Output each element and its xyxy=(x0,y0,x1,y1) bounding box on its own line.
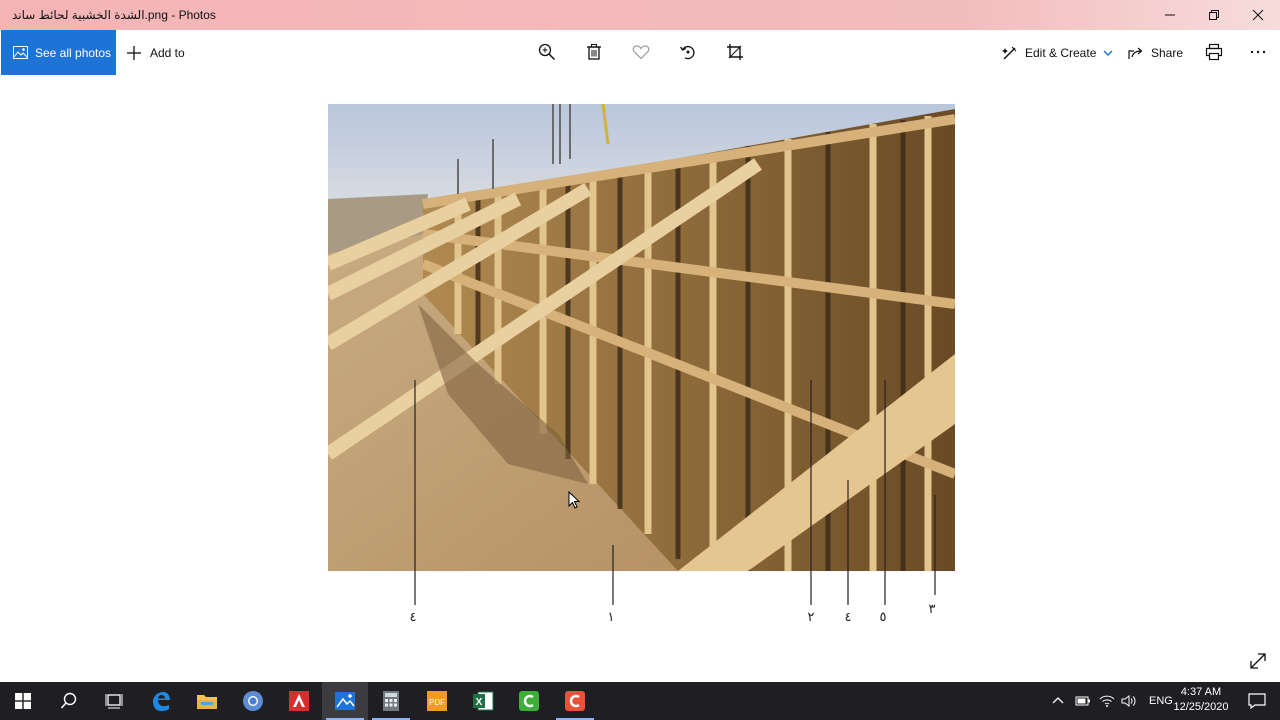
volume-icon[interactable] xyxy=(1121,694,1137,708)
add-to-button[interactable]: Add to xyxy=(126,30,185,75)
svg-text:PDF: PDF xyxy=(429,698,445,707)
clock-time: 4:37 AM xyxy=(1180,686,1222,698)
camtasia-red-icon xyxy=(565,691,585,711)
photo-labels: ٤ ١ ٢ ٤ ٥ ٣ xyxy=(328,571,955,626)
svg-text:X: X xyxy=(476,697,483,708)
taskbar-app-calculator[interactable] xyxy=(368,682,414,720)
photo-label: ٢ xyxy=(807,609,815,624)
restore-icon xyxy=(1209,10,1219,20)
mouse-cursor-icon xyxy=(568,491,580,509)
close-button[interactable] xyxy=(1236,0,1280,30)
rotate-icon xyxy=(679,45,695,60)
see-all-photos-button[interactable]: See all photos xyxy=(1,30,116,75)
edit-create-icon xyxy=(1002,46,1017,59)
task-view-button[interactable] xyxy=(91,682,137,720)
more-icon xyxy=(1250,50,1266,54)
taskbar-app-autocad[interactable] xyxy=(276,682,322,720)
taskbar-app-chrome[interactable] xyxy=(230,682,276,720)
task-view-icon xyxy=(105,694,123,709)
wifi-icon[interactable] xyxy=(1099,694,1115,708)
clock-date: 12/25/2020 xyxy=(1173,701,1229,713)
plus-icon xyxy=(127,45,141,60)
excel-icon: X xyxy=(473,691,494,711)
print-button[interactable] xyxy=(1204,42,1224,62)
share-label: Share xyxy=(1151,45,1184,60)
restore-button[interactable] xyxy=(1192,0,1236,30)
photo-label: ٥ xyxy=(879,609,887,624)
photos-icon xyxy=(13,46,28,59)
start-button[interactable] xyxy=(0,682,46,720)
calculator-icon xyxy=(383,691,399,711)
taskbar-app-camtasia-recorder[interactable] xyxy=(552,682,598,720)
taskbar: PDF X ENG 4:37 AM 12/25/2020 xyxy=(0,682,1280,720)
add-to-label: Add to xyxy=(150,45,185,60)
share-icon xyxy=(1128,47,1143,59)
share-button[interactable]: Share xyxy=(1128,30,1183,75)
heart-icon xyxy=(632,45,650,60)
photos-app-icon xyxy=(335,692,355,710)
camtasia-green-icon xyxy=(519,691,539,711)
title-bar: الشدة الخشبية لحائط ساند.png - Photos xyxy=(0,0,1280,30)
clock[interactable]: 4:37 AM 12/25/2020 xyxy=(1168,685,1234,715)
toolbar: See all photos Add to Edit & Create Shar… xyxy=(0,30,1280,75)
close-icon xyxy=(1252,9,1264,21)
photo-label: ١ xyxy=(607,609,615,624)
taskbar-app-file-explorer[interactable] xyxy=(184,682,230,720)
taskbar-app-excel[interactable]: X xyxy=(460,682,506,720)
more-options-button[interactable] xyxy=(1248,42,1268,62)
expand-icon xyxy=(1250,653,1266,669)
see-all-photos-label: See all photos xyxy=(35,45,112,60)
zoom-in-icon xyxy=(538,43,556,61)
crop-button[interactable] xyxy=(725,42,745,62)
favorite-button[interactable] xyxy=(631,42,651,62)
minimize-button[interactable] xyxy=(1148,0,1192,30)
taskbar-app-photos[interactable] xyxy=(322,682,368,720)
notification-icon xyxy=(1248,693,1266,709)
system-tray: ENG xyxy=(1051,682,1173,720)
windows-logo-icon xyxy=(15,693,31,709)
taskbar-app-edge[interactable] xyxy=(138,682,184,720)
pdf-icon: PDF xyxy=(427,691,447,711)
edit-create-label: Edit & Create xyxy=(1025,45,1097,60)
folder-icon xyxy=(197,695,217,709)
photo-label: ٤ xyxy=(409,609,417,624)
edit-create-button[interactable]: Edit & Create xyxy=(1002,30,1113,75)
chevron-down-icon xyxy=(1103,49,1113,56)
zoom-button[interactable] xyxy=(537,42,557,62)
rotate-button[interactable] xyxy=(678,42,698,62)
minimize-icon xyxy=(1165,14,1175,16)
taskbar-app-pdf[interactable]: PDF xyxy=(414,682,460,720)
fullscreen-button[interactable] xyxy=(1248,651,1268,671)
window-title: الشدة الخشبية لحائط ساند.png - Photos xyxy=(12,8,216,22)
printer-icon xyxy=(1205,43,1223,61)
photo-label: ٤ xyxy=(844,609,852,624)
taskbar-app-camtasia[interactable] xyxy=(506,682,552,720)
edge-icon xyxy=(153,692,170,711)
search-button[interactable] xyxy=(46,682,92,720)
trash-icon xyxy=(587,44,601,60)
chrome-icon xyxy=(243,691,263,711)
photo-label: ٣ xyxy=(928,601,936,616)
crop-icon xyxy=(727,44,743,60)
search-icon xyxy=(60,692,77,709)
chevron-up-icon[interactable] xyxy=(1051,694,1065,708)
battery-icon[interactable] xyxy=(1075,694,1091,708)
action-center-button[interactable] xyxy=(1234,682,1280,720)
delete-button[interactable] xyxy=(584,42,604,62)
autocad-icon xyxy=(289,691,309,711)
